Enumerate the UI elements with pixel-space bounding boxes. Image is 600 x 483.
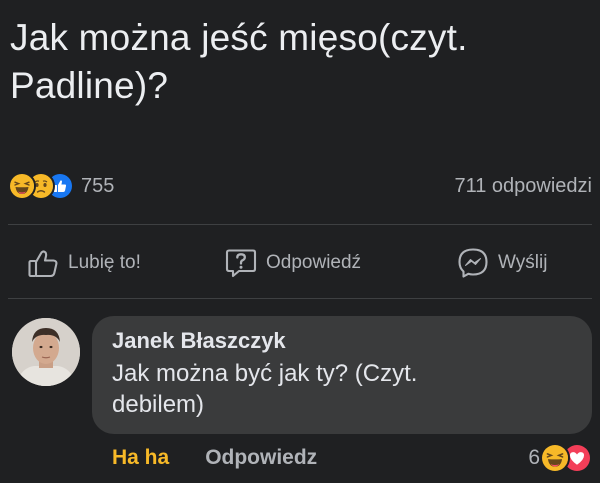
comment-reaction-count: 6 — [528, 446, 540, 469]
comment-actions: Ha ha Odpowiedz — [112, 446, 317, 470]
reaction-count: 755 — [81, 174, 115, 197]
messenger-icon — [456, 246, 490, 280]
like-button-label: Lubię to! — [68, 252, 141, 273]
reactions-summary: 755 711 odpowiedzi — [8, 168, 592, 204]
thumbs-up-outline-icon — [26, 246, 60, 280]
reply-button[interactable]: Odpowiedź — [224, 246, 361, 280]
send-button-label: Wyślij — [498, 252, 548, 273]
divider-top — [8, 224, 592, 225]
reaction-icons-stack — [8, 172, 74, 200]
comment-bubble: Janek Błaszczyk Jak można być jak ty? (C… — [92, 316, 592, 434]
like-button[interactable]: Lubię to! — [26, 246, 141, 280]
haha-emoji-icon — [8, 172, 36, 200]
action-bar: Lubię to! Odpowiedź Wyślij — [0, 238, 600, 288]
haha-emoji-icon — [540, 443, 570, 473]
post-container: Jak można jeść mięso(czyt. Padline)? 755… — [0, 0, 600, 483]
comment-reply-button[interactable]: Odpowiedz — [205, 446, 317, 470]
avatar[interactable] — [12, 318, 80, 386]
comment-reactions[interactable]: 6 — [528, 440, 592, 476]
send-button[interactable]: Wyślij — [456, 246, 547, 280]
reply-button-label: Odpowiedź — [266, 252, 362, 273]
answers-count[interactable]: 711 odpowiedzi — [454, 175, 592, 198]
divider-bottom — [8, 298, 592, 299]
question-bubble-icon — [224, 246, 258, 280]
reactions-summary-left[interactable]: 755 — [8, 172, 114, 200]
comment-author[interactable]: Janek Błaszczyk — [112, 326, 572, 356]
comment-text: Jak można być jak ty? (Czyt. debilem) — [112, 360, 418, 418]
haha-reaction-button[interactable]: Ha ha — [112, 446, 169, 470]
question-title: Jak można jeść mięso(czyt. Padline)? — [10, 17, 468, 106]
